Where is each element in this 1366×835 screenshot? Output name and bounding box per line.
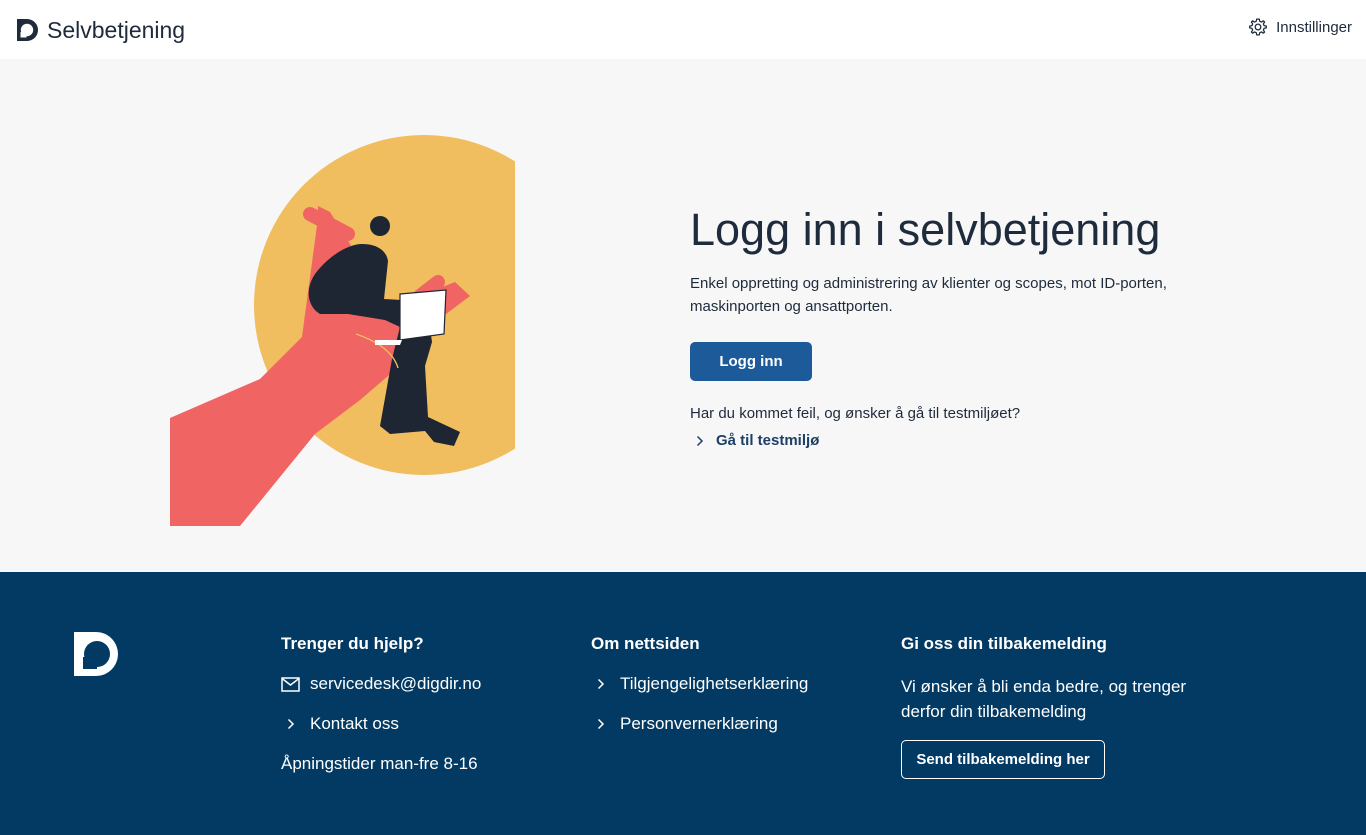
- login-content: Logg inn i selvbetjening Enkel opprettin…: [690, 202, 1230, 449]
- footer-email-link[interactable]: servicedesk@digdir.no: [281, 674, 551, 694]
- envelope-icon: [281, 676, 300, 692]
- digdir-logo-icon: [17, 19, 38, 41]
- footer: Trenger du hjelp? servicedesk@digdir.no …: [0, 572, 1366, 835]
- hero-illustration: [170, 135, 515, 526]
- footer-help-column: Trenger du hjelp? servicedesk@digdir.no …: [281, 634, 551, 774]
- digdir-logo-icon: [74, 632, 118, 676]
- illustration-head: [370, 216, 390, 236]
- footer-help-heading: Trenger du hjelp?: [281, 634, 424, 653]
- test-environment-link-label: Gå til testmiljø: [716, 432, 820, 449]
- settings-button[interactable]: Innstillinger: [1248, 17, 1352, 37]
- chevron-right-icon: [597, 718, 605, 730]
- footer-accessibility-label: Tilgjengelighetserklæring: [620, 674, 809, 693]
- footer-about-column: Om nettsiden Tilgjengelighetserklæring P…: [591, 634, 861, 734]
- footer-contact-label: Kontakt oss: [310, 714, 399, 733]
- footer-feedback-column: Gi oss din tilbakemelding Vi ønsker å bl…: [901, 634, 1231, 779]
- test-environment-question: Har du kommet feil, og ønsker å gå til t…: [690, 405, 1021, 422]
- gear-icon: [1249, 18, 1268, 36]
- footer-feedback-heading: Gi oss din tilbakemelding: [901, 634, 1107, 653]
- footer-contact-link[interactable]: Kontakt oss: [281, 714, 551, 734]
- footer-accessibility-link[interactable]: Tilgjengelighetserklæring: [591, 674, 861, 694]
- chevron-right-icon: [597, 678, 605, 690]
- footer-feedback-text: Vi ønsker å bli enda bedre, og trenger d…: [901, 677, 1187, 721]
- footer-email-label: servicedesk@digdir.no: [310, 674, 482, 693]
- footer-about-heading: Om nettsiden: [591, 634, 700, 653]
- page-description: Enkel oppretting og administrering av kl…: [690, 275, 1167, 315]
- send-feedback-button[interactable]: Send tilbakemelding her: [901, 740, 1105, 779]
- footer-opening-hours: Åpningstider man-fre 8-16: [281, 754, 551, 774]
- page-title: Logg inn i selvbetjening: [690, 204, 1161, 255]
- brand-title: Selvbetjening: [47, 16, 186, 43]
- chevron-right-icon: [287, 718, 295, 730]
- footer-privacy-link[interactable]: Personvernerklæring: [591, 714, 861, 734]
- footer-privacy-label: Personvernerklæring: [620, 714, 778, 733]
- footer-opening-hours-text: Åpningstider man-fre 8-16: [281, 754, 478, 773]
- settings-label: Innstillinger: [1276, 18, 1352, 36]
- login-button[interactable]: Logg inn: [690, 342, 812, 381]
- chevron-right-icon: [696, 435, 704, 446]
- brand[interactable]: Selvbetjening: [15, 15, 185, 45]
- illustration-laptop: [399, 289, 447, 341]
- test-environment-link[interactable]: Gå til testmiljø: [690, 432, 1230, 449]
- main-section: Logg inn i selvbetjening Enkel opprettin…: [0, 59, 1366, 572]
- top-header: Selvbetjening Innstillinger: [0, 0, 1366, 59]
